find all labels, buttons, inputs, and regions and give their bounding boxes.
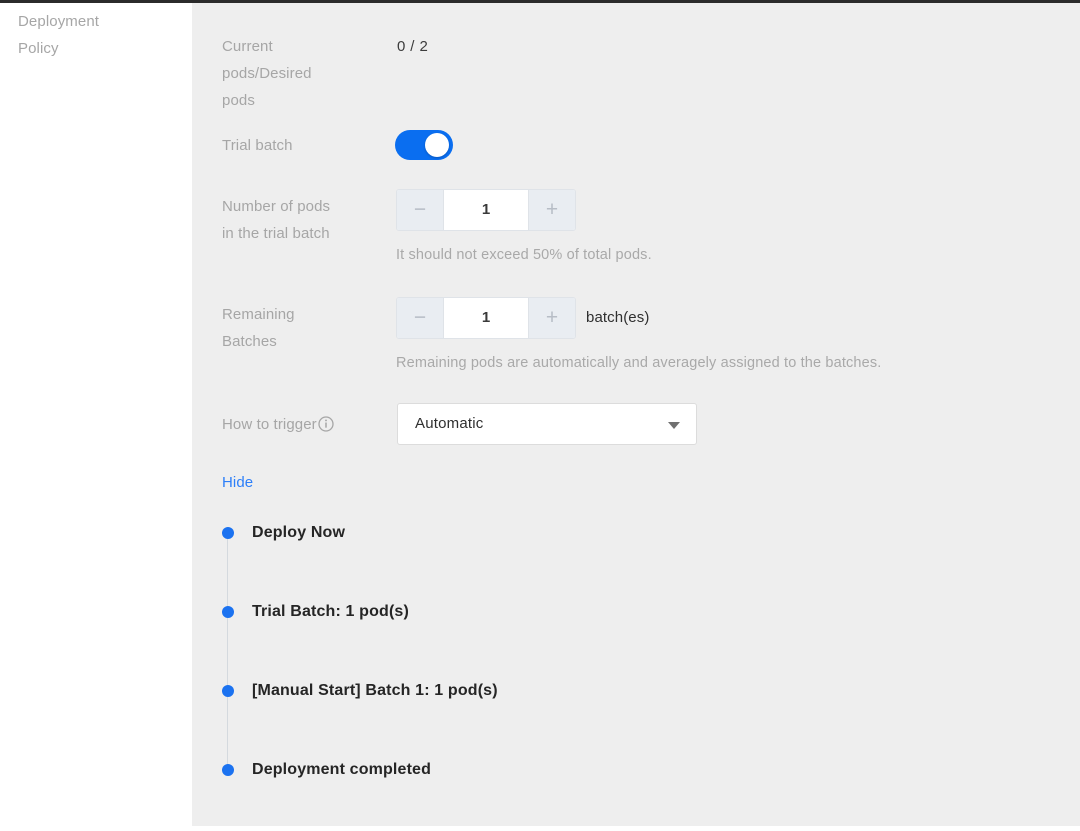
remaining-batches-decrement-button[interactable]: − <box>397 298 444 338</box>
trial-batch-pods-decrement-button[interactable]: − <box>397 190 444 230</box>
chevron-down-icon <box>668 422 680 429</box>
trial-batch-toggle[interactable] <box>395 130 453 160</box>
label-trial-batch-pods: Number of podsin the trial batch <box>222 193 387 247</box>
section-title-deployment-policy: DeploymentPolicy <box>18 8 178 62</box>
timeline-dot-icon <box>222 685 234 697</box>
info-circle-icon[interactable] <box>318 414 334 430</box>
timeline-step-label: [Manual Start] Batch 1: 1 pod(s) <box>252 680 498 702</box>
value-current-desired-pods: 0 / 2 <box>397 33 428 60</box>
remaining-batches-stepper[interactable]: − 1 + <box>396 297 576 339</box>
timeline-step-label: Trial Batch: 1 pod(s) <box>252 601 409 623</box>
deployment-policy-panel: Currentpods/Desiredpods 0 / 2 Trial batc… <box>192 3 1080 826</box>
remaining-batches-increment-button[interactable]: + <box>528 298 575 338</box>
timeline-dot-icon <box>222 527 234 539</box>
label-how-to-trigger: How to trigger <box>222 411 387 438</box>
hint-trial-batch-pods: It should not exceed 50% of total pods. <box>396 245 652 265</box>
remaining-batches-input[interactable]: 1 <box>444 298 528 338</box>
label-trial-batch: Trial batch <box>222 132 387 159</box>
how-to-trigger-select[interactable]: Automatic <box>397 403 697 445</box>
how-to-trigger-selected-value: Automatic <box>415 404 484 444</box>
toggle-knob <box>425 133 449 157</box>
timeline-step-label: Deployment completed <box>252 759 431 781</box>
remaining-batches-unit: batch(es) <box>586 297 649 339</box>
timeline-dot-icon <box>222 606 234 618</box>
trial-batch-pods-stepper[interactable]: − 1 + <box>396 189 576 231</box>
label-remaining-batches: RemainingBatches <box>222 301 387 355</box>
trial-batch-pods-input[interactable]: 1 <box>444 190 528 230</box>
label-how-to-trigger-text: How to trigger <box>222 416 317 433</box>
deployment-policy-screen: DeploymentPolicy Currentpods/Desiredpods… <box>0 0 1080 831</box>
hint-remaining-batches: Remaining pods are automatically and ave… <box>396 353 881 373</box>
timeline-step-label: Deploy Now <box>252 522 345 544</box>
timeline-dot-icon <box>222 764 234 776</box>
label-current-desired-pods: Currentpods/Desiredpods <box>222 33 387 114</box>
trial-batch-pods-increment-button[interactable]: + <box>528 190 575 230</box>
timeline-track <box>227 527 228 772</box>
hide-link[interactable]: Hide <box>222 474 253 491</box>
